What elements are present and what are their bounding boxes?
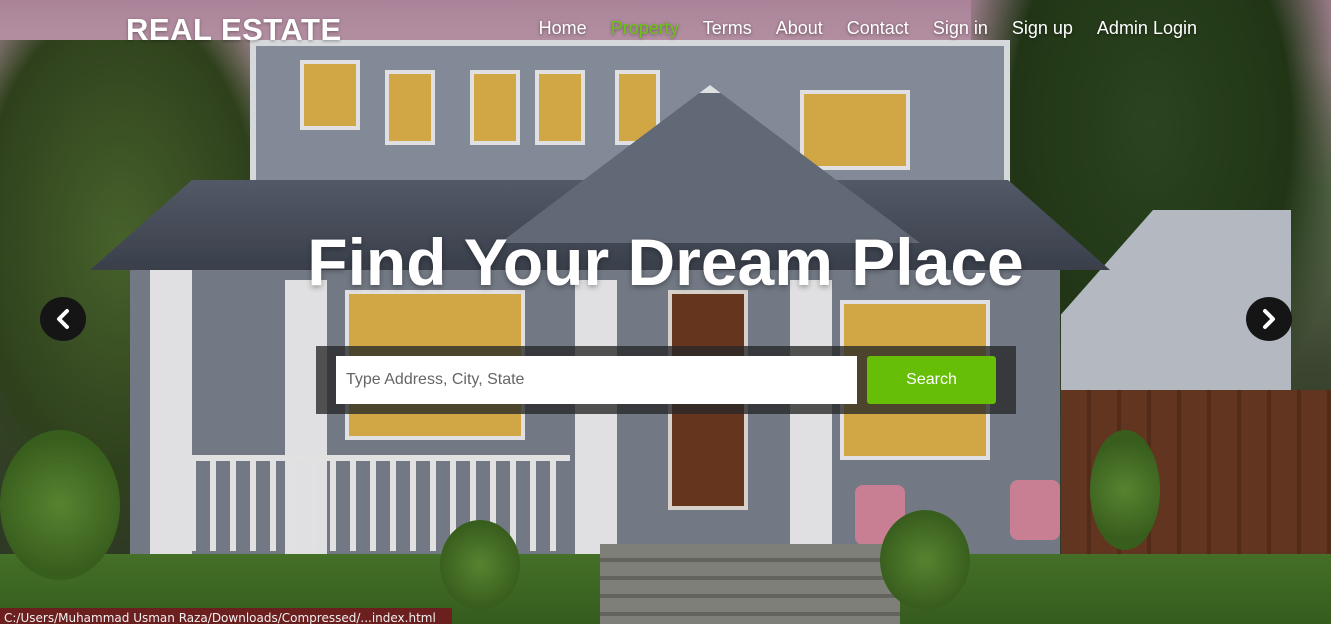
nav-item-admin-login[interactable]: Admin Login: [1097, 18, 1197, 39]
search-panel: Search: [316, 346, 1016, 414]
top-navbar: REAL ESTATE Home Property Terms About Co…: [0, 0, 1331, 62]
nav-item-home[interactable]: Home: [539, 18, 587, 39]
hero-headline: Find Your Dream Place: [307, 225, 1024, 299]
search-input[interactable]: [336, 356, 857, 404]
nav-item-property[interactable]: Property: [611, 18, 679, 39]
chevron-left-icon: [57, 309, 69, 329]
nav-item-sign-in[interactable]: Sign in: [933, 18, 988, 39]
browser-status-bar: C:/Users/Muhammad Usman Raza/Downloads/C…: [0, 608, 452, 624]
nav-item-contact[interactable]: Contact: [847, 18, 909, 39]
chevron-right-icon: [1263, 309, 1275, 329]
hero-section: REAL ESTATE Home Property Terms About Co…: [0, 0, 1331, 624]
hero-background-image: [0, 0, 1331, 624]
carousel-next-button[interactable]: [1246, 297, 1292, 341]
brand-logo[interactable]: REAL ESTATE: [126, 12, 342, 48]
nav-item-sign-up[interactable]: Sign up: [1012, 18, 1073, 39]
search-button[interactable]: Search: [867, 356, 996, 404]
nav-item-terms[interactable]: Terms: [703, 18, 752, 39]
nav-links: Home Property Terms About Contact Sign i…: [539, 18, 1197, 39]
nav-item-about[interactable]: About: [776, 18, 823, 39]
carousel-prev-button[interactable]: [40, 297, 86, 341]
